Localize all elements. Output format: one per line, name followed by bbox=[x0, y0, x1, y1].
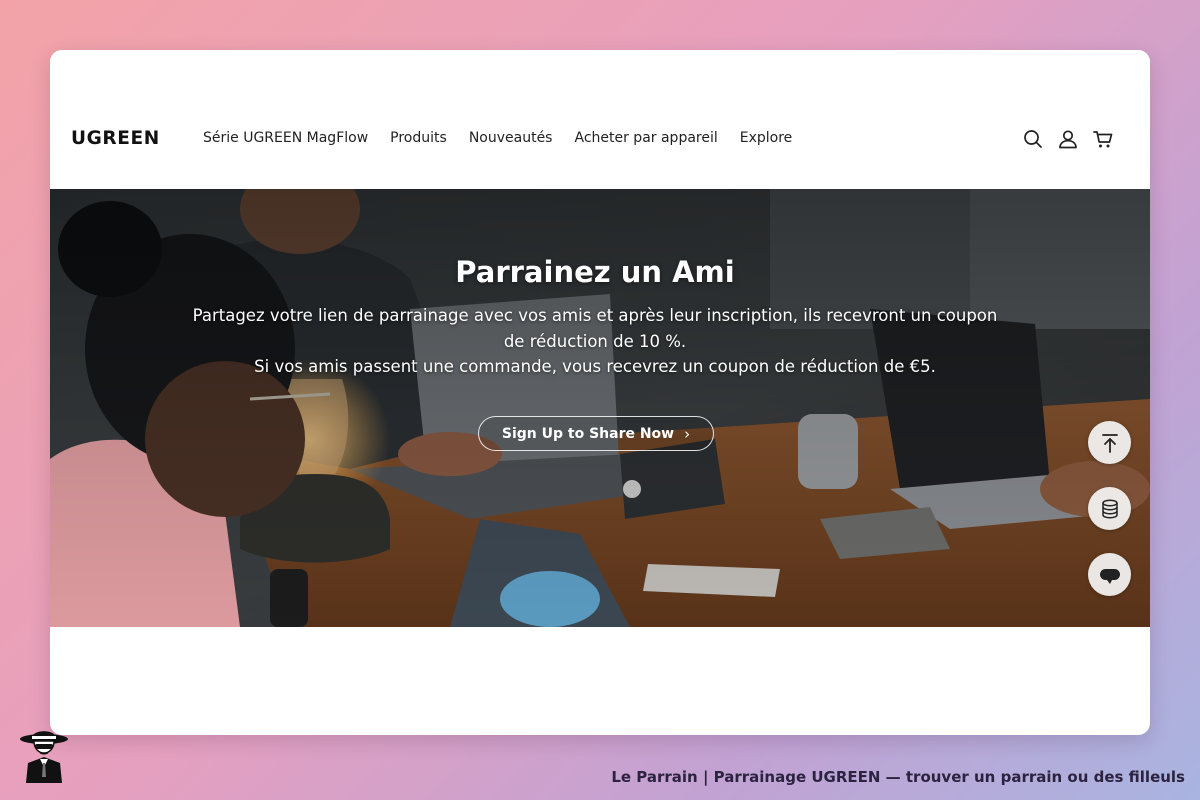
nav-item-explore[interactable]: Explore bbox=[740, 130, 793, 146]
back-to-top-button[interactable] bbox=[1088, 421, 1131, 464]
le-parrain-mascot bbox=[20, 731, 68, 783]
hero-banner: Parrainez un Ami Partagez votre lien de … bbox=[50, 189, 1150, 627]
chevron-right-icon: › bbox=[684, 424, 691, 443]
sign-up-share-button[interactable]: Sign Up to Share Now › bbox=[478, 416, 714, 451]
chat-bubble-icon bbox=[1099, 568, 1120, 584]
nav-item-magflow[interactable]: Série UGREEN MagFlow bbox=[203, 130, 368, 146]
search-icon[interactable] bbox=[1022, 128, 1044, 150]
page-caption: Le Parrain | Parrainage UGREEN — trouver… bbox=[611, 768, 1185, 786]
cart-icon[interactable] bbox=[1092, 128, 1114, 150]
browser-card: UGREEN Série UGREEN MagFlow Produits Nou… bbox=[50, 50, 1150, 735]
back-to-top-icon bbox=[1101, 433, 1118, 453]
header-actions bbox=[1022, 128, 1127, 150]
nav-item-acheter-par-appareil[interactable]: Acheter par appareil bbox=[574, 130, 717, 146]
main-nav: Série UGREEN MagFlow Produits Nouveautés… bbox=[203, 130, 814, 146]
account-icon[interactable] bbox=[1057, 128, 1079, 150]
hero-description: Partagez votre lien de parrainage avec v… bbox=[180, 303, 1010, 380]
hero-description-line-2: Si vos amis passent une commande, vous r… bbox=[254, 357, 936, 376]
hero-description-line-1: Partagez votre lien de parrainage avec v… bbox=[192, 306, 998, 351]
nav-item-produits[interactable]: Produits bbox=[390, 130, 447, 146]
nav-item-nouveautes[interactable]: Nouveautés bbox=[469, 130, 553, 146]
cta-label: Sign Up to Share Now bbox=[501, 425, 675, 442]
hero-title: Parrainez un Ami bbox=[455, 255, 735, 289]
rewards-button[interactable] bbox=[1088, 487, 1131, 530]
brand-logo[interactable]: UGREEN bbox=[71, 128, 160, 149]
site-header: UGREEN Série UGREEN MagFlow Produits Nou… bbox=[50, 50, 1150, 189]
coins-stack-icon bbox=[1101, 498, 1118, 519]
chat-button[interactable] bbox=[1088, 553, 1131, 596]
